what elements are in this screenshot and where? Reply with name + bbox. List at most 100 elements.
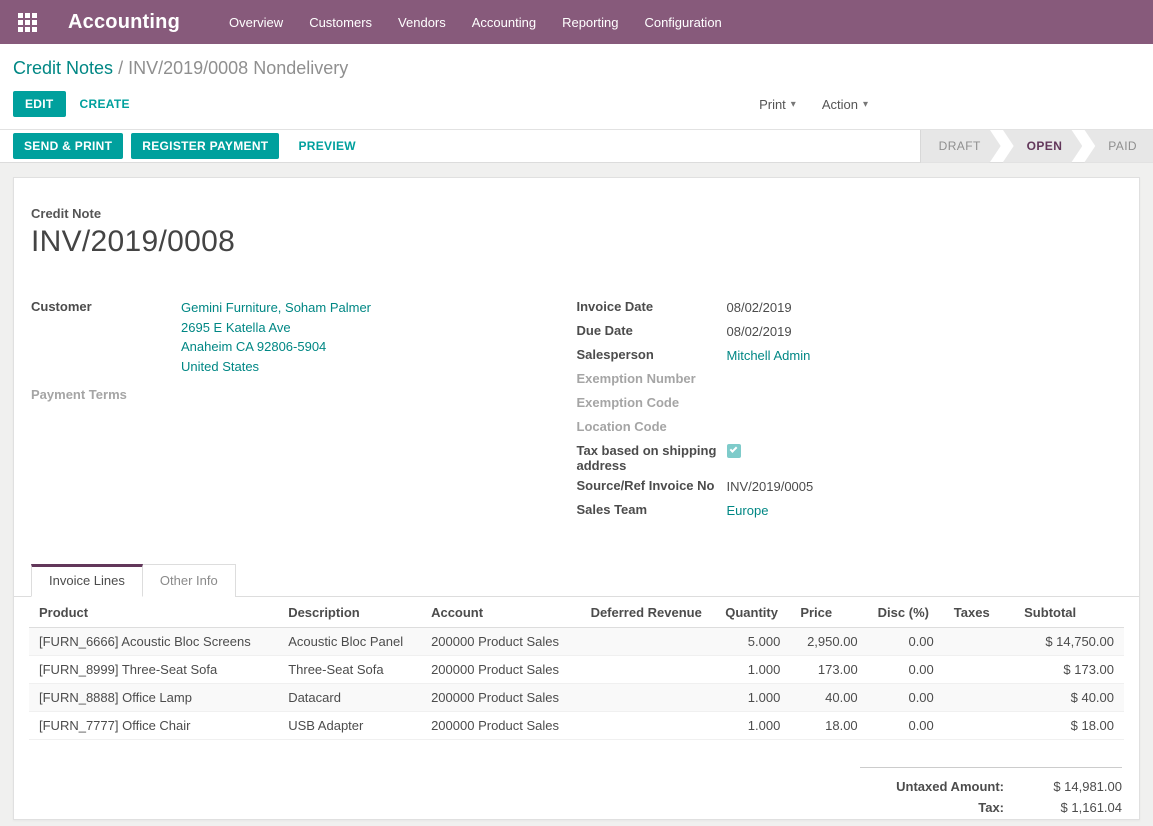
cell-subtotal: $ 173.00 [1014,656,1124,684]
table-row[interactable]: [FURN_6666] Acoustic Bloc Screens Acoust… [29,628,1124,656]
app-brand-title: Accounting [68,11,180,34]
status-open[interactable]: OPEN [1003,130,1083,163]
customer-city-link[interactable]: Anaheim CA 92806-5904 [181,339,326,354]
cell-product: [FURN_8999] Three-Seat Sofa [29,656,278,684]
sales-team-link[interactable]: Europe [727,503,769,518]
table-row[interactable]: [FURN_7777] Office Chair USB Adapter 200… [29,712,1124,740]
register-payment-button[interactable]: REGISTER PAYMENT [131,133,279,159]
salesperson-label: Salesperson [577,346,727,362]
cell-product: [FURN_7777] Office Chair [29,712,278,740]
status-draft[interactable]: DRAFT [920,130,1001,163]
location-code-label: Location Code [577,418,727,434]
cell-description: Acoustic Bloc Panel [278,628,421,656]
action-dropdown[interactable]: Action ▾ [822,97,868,112]
status-paid[interactable]: PAID [1084,130,1153,163]
col-header-disc[interactable]: Disc (%) [868,597,944,628]
sales-team-label: Sales Team [577,501,727,517]
cell-taxes [944,712,1014,740]
exemption-code-label: Exemption Code [577,394,727,410]
cell-description: Three-Seat Sofa [278,656,421,684]
send-print-button[interactable]: SEND & PRINT [13,133,123,159]
cell-quantity: 1.000 [715,684,790,712]
tax-shipping-checkbox[interactable] [727,444,741,458]
menu-item-customers[interactable]: Customers [296,8,385,37]
payment-terms-label: Payment Terms [31,386,181,402]
edit-button[interactable]: EDIT [13,91,66,117]
print-dropdown[interactable]: Print ▾ [759,97,796,112]
tab-other-info[interactable]: Other Info [143,564,236,597]
cell-account: 200000 Product Sales [421,684,580,712]
cell-quantity: 1.000 [715,712,790,740]
menu-item-vendors[interactable]: Vendors [385,8,459,37]
customer-country-link[interactable]: United States [181,359,259,374]
cell-disc: 0.00 [868,628,944,656]
salesperson-link[interactable]: Mitchell Admin [727,348,811,363]
table-row[interactable]: [FURN_8888] Office Lamp Datacard 200000 … [29,684,1124,712]
cell-account: 200000 Product Sales [421,712,580,740]
cell-subtotal: $ 18.00 [1014,712,1124,740]
apps-menu-icon[interactable] [18,13,37,32]
cell-deferred [581,656,716,684]
table-row[interactable]: [FURN_8999] Three-Seat Sofa Three-Seat S… [29,656,1124,684]
doc-number-title: INV/2019/0008 [31,225,1122,259]
col-header-taxes[interactable]: Taxes [944,597,1014,628]
cell-deferred [581,628,716,656]
cell-taxes [944,684,1014,712]
cell-quantity: 5.000 [715,628,790,656]
navbar-menu: Overview Customers Vendors Accounting Re… [216,8,735,37]
form-view-area: Credit Note INV/2019/0008 Customer Gemin… [0,163,1153,826]
menu-item-reporting[interactable]: Reporting [549,8,631,37]
cell-subtotal: $ 40.00 [1014,684,1124,712]
cell-quantity: 1.000 [715,656,790,684]
cell-disc: 0.00 [868,656,944,684]
top-navbar: Accounting Overview Customers Vendors Ac… [0,0,1153,44]
invoice-date-value: 08/02/2019 [727,298,792,318]
source-ref-value: INV/2019/0005 [727,477,814,497]
cell-price: 2,950.00 [790,628,867,656]
breadcrumb-parent-link[interactable]: Credit Notes [13,58,113,78]
cell-subtotal: $ 14,750.00 [1014,628,1124,656]
checkmark-icon [729,445,737,453]
col-header-deferred-revenue[interactable]: Deferred Revenue [581,597,716,628]
col-header-price[interactable]: Price [790,597,867,628]
preview-button[interactable]: PREVIEW [287,133,366,159]
action-dropdown-label: Action [822,97,858,112]
menu-item-configuration[interactable]: Configuration [631,8,734,37]
cell-price: 173.00 [790,656,867,684]
credit-note-sheet: Credit Note INV/2019/0008 Customer Gemin… [13,177,1140,820]
col-header-product[interactable]: Product [29,597,278,628]
col-header-account[interactable]: Account [421,597,580,628]
doc-type-label: Credit Note [31,206,1122,221]
cell-description: USB Adapter [278,712,421,740]
tab-invoice-lines[interactable]: Invoice Lines [31,564,143,597]
menu-item-overview[interactable]: Overview [216,8,296,37]
col-header-quantity[interactable]: Quantity [715,597,790,628]
tax-label: Tax: [978,800,1004,815]
tax-value: $ 1,161.04 [1004,800,1122,815]
statusbar: SEND & PRINT REGISTER PAYMENT PREVIEW DR… [0,129,1153,163]
due-date-label: Due Date [577,322,727,338]
cell-taxes [944,656,1014,684]
col-header-description[interactable]: Description [278,597,421,628]
cell-account: 200000 Product Sales [421,656,580,684]
customer-address: Gemini Furniture, Soham Palmer 2695 E Ka… [181,298,371,376]
cell-description: Datacard [278,684,421,712]
cell-deferred [581,684,716,712]
notebook-tabs: Invoice Lines Other Info [14,564,1139,597]
col-header-subtotal[interactable]: Subtotal [1014,597,1124,628]
source-ref-label: Source/Ref Invoice No [577,477,727,493]
untaxed-amount-label: Untaxed Amount: [896,779,1004,794]
left-field-column: Customer Gemini Furniture, Soham Palmer … [31,296,577,523]
customer-street-link[interactable]: 2695 E Katella Ave [181,320,291,335]
right-field-column: Invoice Date 08/02/2019 Due Date 08/02/2… [577,296,1123,523]
print-dropdown-label: Print [759,97,786,112]
create-button[interactable]: CREATE [66,91,144,117]
menu-item-accounting[interactable]: Accounting [459,8,549,37]
status-pipeline: DRAFT OPEN PAID [918,130,1153,163]
exemption-number-label: Exemption Number [577,370,727,386]
cell-price: 40.00 [790,684,867,712]
customer-name-link[interactable]: Gemini Furniture, Soham Palmer [181,300,371,315]
cell-product: [FURN_8888] Office Lamp [29,684,278,712]
cell-disc: 0.00 [868,712,944,740]
invoice-lines-table: Product Description Account Deferred Rev… [29,597,1124,740]
